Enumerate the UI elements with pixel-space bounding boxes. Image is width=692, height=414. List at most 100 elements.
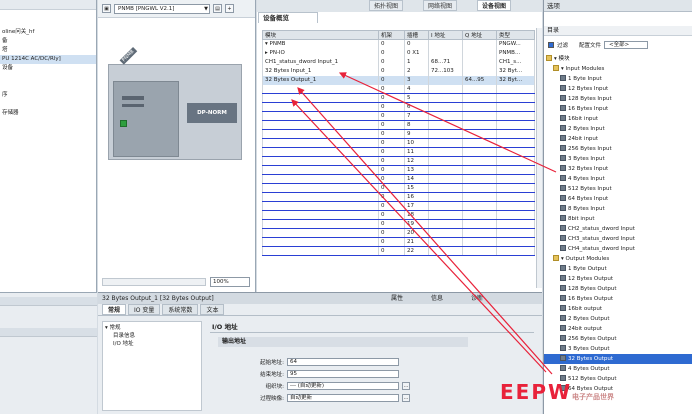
project-tree-item[interactable] xyxy=(0,100,96,109)
project-tree-item[interactable]: 塔 xyxy=(0,46,96,55)
catalog-item[interactable]: CH2_status_dword Input xyxy=(544,224,692,234)
catalog-item[interactable]: 16 Bytes Output xyxy=(544,294,692,304)
catalog-item[interactable]: 4 Bytes Input xyxy=(544,174,692,184)
overview-table-row[interactable]: 06 xyxy=(262,102,535,112)
end-address-input[interactable]: 95 xyxy=(287,369,399,378)
catalog-item[interactable]: 512 Bytes Input xyxy=(544,184,692,194)
tab-network-view[interactable]: 网络视图 xyxy=(423,0,458,11)
overview-column-header[interactable]: 类型 xyxy=(496,30,535,40)
overview-table-row[interactable]: 0 14 xyxy=(262,174,535,184)
catalog-folder[interactable]: ▾ Output Modules xyxy=(544,254,692,264)
nav-item-catalog-info[interactable]: 目录信息 xyxy=(105,332,199,340)
catalog-item[interactable]: 128 Bytes Output xyxy=(544,284,692,294)
tab-system-constants[interactable]: 系统常数 xyxy=(162,304,199,315)
overview-table-row[interactable]: 0 10 xyxy=(262,138,535,148)
overview-table-row[interactable]: 32 Bytes Input_1 0 2 72...103 32 Byt... xyxy=(262,66,535,76)
project-tree-item[interactable]: PU 1214C AC/DC/Rly] xyxy=(0,55,96,64)
catalog-item[interactable]: 64 Bytes Input xyxy=(544,194,692,204)
overview-table-row[interactable]: 0 18 xyxy=(262,210,535,220)
catalog-item[interactable]: 1 Byte Output xyxy=(544,264,692,274)
catalog-item[interactable]: 12 Bytes Input xyxy=(544,84,692,94)
overview-table-row[interactable]: 0 11 xyxy=(262,147,535,157)
catalog-item[interactable]: 16bit output xyxy=(544,304,692,314)
tab-info[interactable]: 信息 xyxy=(428,293,446,304)
overview-table-row[interactable]: ▸ PN-IO 0 0 X1 PNMB... xyxy=(262,48,535,58)
overview-table-row[interactable]: 0 13 xyxy=(262,165,535,175)
catalog-item[interactable]: 24bit output xyxy=(544,324,692,334)
catalog-item[interactable]: 16 Bytes Input xyxy=(544,104,692,114)
catalog-item[interactable]: 8 Bytes Input xyxy=(544,204,692,214)
project-tree-item[interactable]: 设备 xyxy=(0,64,96,73)
catalog-item[interactable]: 3 Bytes Input xyxy=(544,154,692,164)
device-select[interactable]: PNMB [PNGWL V2.1] ▼ xyxy=(114,3,210,14)
catalog-item[interactable]: 32 Bytes Input xyxy=(544,164,692,174)
overview-title-tab[interactable]: 设备概览 xyxy=(258,12,318,23)
catalog-item[interactable]: 1 Byte Input xyxy=(544,74,692,84)
zoom-select[interactable]: 100% xyxy=(210,277,250,287)
overview-vertical-scrollbar[interactable] xyxy=(536,28,542,288)
tab-device-view[interactable]: 设备视图 xyxy=(477,0,512,11)
overview-table-row[interactable]: 0 19 xyxy=(262,219,535,229)
overview-table-row[interactable]: 0 17 xyxy=(262,201,535,211)
overview-column-header[interactable]: I 地址 xyxy=(428,30,463,40)
browse-button[interactable]: … xyxy=(402,393,410,402)
overview-table-row[interactable]: 0 20 xyxy=(262,228,535,238)
properties-icon[interactable]: ▤ xyxy=(213,4,222,13)
overview-table-row[interactable]: 07 xyxy=(262,111,535,121)
project-tree-item[interactable]: 存储器 xyxy=(0,109,96,118)
catalog-folder[interactable]: ▾ 模块 xyxy=(544,54,692,64)
tab-properties[interactable]: 属性 xyxy=(388,293,406,304)
overview-table-row[interactable]: 08 xyxy=(262,120,535,130)
project-tree-item[interactable]: oline问关_hf xyxy=(0,28,96,37)
catalog-item[interactable]: 256 Bytes Output xyxy=(544,334,692,344)
process-image-input[interactable]: 自动更新 xyxy=(287,393,399,402)
catalog-item[interactable]: 2 Bytes Input xyxy=(544,124,692,134)
catalog-item[interactable]: 16bit input xyxy=(544,114,692,124)
tab-general[interactable]: 常规 xyxy=(102,304,127,315)
profile-select[interactable]: <全部> xyxy=(604,41,649,49)
dp-norm-module[interactable]: DP-NORM xyxy=(187,103,237,123)
overview-table-row[interactable]: 05 xyxy=(262,93,535,103)
overview-column-header[interactable]: 机架 xyxy=(378,30,405,40)
overview-column-header[interactable]: Q 地址 xyxy=(462,30,497,40)
catalog-item[interactable]: 128 Bytes Input xyxy=(544,94,692,104)
project-tree-item[interactable]: 序 xyxy=(0,91,96,100)
catalog-item[interactable]: 3 Bytes Output xyxy=(544,344,692,354)
overview-table-row[interactable]: 09 xyxy=(262,129,535,139)
start-address-input[interactable]: 64 xyxy=(287,357,399,366)
overview-table-row[interactable]: 0 22 xyxy=(262,246,535,256)
overview-column-header[interactable]: 模块 xyxy=(262,30,379,40)
tab-texts[interactable]: 文本 xyxy=(200,304,225,315)
catalog-item[interactable]: 2 Bytes Output xyxy=(544,314,692,324)
overview-table-row[interactable]: CH1_status_dword Input_1 0 1 68...71 CH1_s..… xyxy=(262,57,535,67)
organization-block-input[interactable]: --- (自动更新) xyxy=(287,381,399,390)
overview-table-row[interactable]: 0 16 xyxy=(262,192,535,202)
catalog-item[interactable]: 8bit input xyxy=(544,214,692,224)
catalog-item[interactable]: 12 Bytes Output xyxy=(544,274,692,284)
gateway-module[interactable] xyxy=(113,81,179,157)
catalog-section-header[interactable]: 目录 xyxy=(544,26,692,36)
catalog-item[interactable]: 4 Bytes Output xyxy=(544,364,692,374)
catalog-item[interactable]: 24bit input xyxy=(544,134,692,144)
catalog-item[interactable]: CH3_status_dword Input xyxy=(544,234,692,244)
overview-table-row[interactable]: 0 15 xyxy=(262,183,535,193)
catalog-folder[interactable]: ▾ Input Modules xyxy=(544,64,692,74)
overview-table-row[interactable]: 32 Bytes Output_1 0 3 64...95 32 Byt... xyxy=(262,75,535,85)
catalog-item[interactable]: 32 Bytes Output xyxy=(544,354,692,364)
horizontal-scrollbar[interactable] xyxy=(102,278,206,286)
nav-item-general[interactable]: ▾ 常规 xyxy=(105,324,199,332)
project-tree-item[interactable]: 备 xyxy=(0,37,96,46)
device-rack[interactable]: PNMB DP-NORM xyxy=(108,47,242,160)
project-tree-item[interactable] xyxy=(0,82,96,91)
browse-button[interactable]: … xyxy=(402,381,410,390)
filter-checkbox[interactable] xyxy=(548,42,554,48)
zoom-in-icon[interactable]: + xyxy=(225,4,234,13)
overview-table-row[interactable]: 0 21 xyxy=(262,237,535,247)
tab-io-tags[interactable]: IO 变量 xyxy=(128,304,161,315)
overview-table-row[interactable]: 0 12 xyxy=(262,156,535,166)
tab-diagnostics[interactable]: 诊断 xyxy=(468,293,486,304)
tab-topology-view[interactable]: 拓扑视图 xyxy=(369,0,404,11)
overview-column-header[interactable]: 插槽 xyxy=(404,30,429,40)
catalog-item[interactable]: 256 Bytes Input xyxy=(544,144,692,154)
nav-item-io-address[interactable]: I/O 地址 xyxy=(105,340,199,348)
